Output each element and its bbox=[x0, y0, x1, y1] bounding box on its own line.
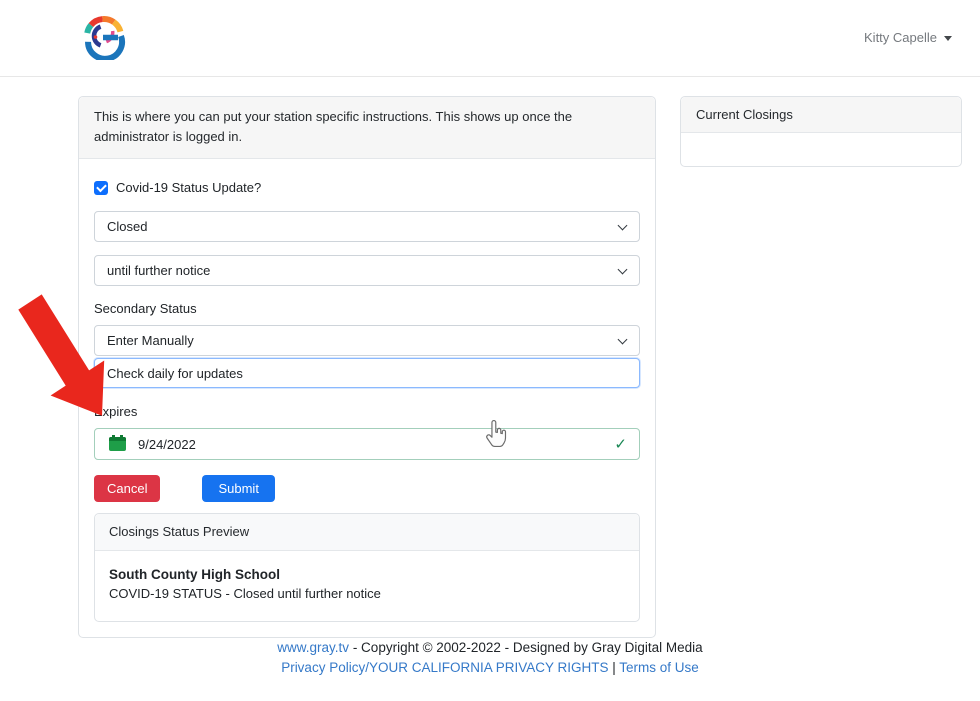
manual-status-input[interactable] bbox=[94, 358, 640, 388]
preview-entry: South County High School COVID-19 STATUS… bbox=[95, 551, 639, 621]
current-closings-title: Current Closings bbox=[681, 97, 961, 133]
duration-select-value: until further notice bbox=[107, 263, 210, 278]
secondary-status-select-value: Enter Manually bbox=[107, 333, 194, 348]
privacy-policy-link[interactable]: Privacy Policy/YOUR CALIFORNIA PRIVACY R… bbox=[281, 660, 608, 675]
gray-tv-logo-icon bbox=[80, 47, 128, 64]
preview-title: Closings Status Preview bbox=[95, 514, 639, 551]
station-instructions: This is where you can put your station s… bbox=[79, 97, 655, 159]
page-footer: www.gray.tv - Copyright © 2002-2022 - De… bbox=[0, 638, 980, 677]
home-logo-link[interactable] bbox=[80, 12, 128, 60]
chevron-down-icon bbox=[618, 221, 628, 231]
secondary-status-label: Secondary Status bbox=[94, 301, 640, 316]
status-select[interactable]: Closed bbox=[94, 211, 640, 242]
expires-label: Expires bbox=[94, 404, 640, 419]
user-name: Kitty Capelle bbox=[864, 30, 937, 45]
chevron-down-icon bbox=[618, 265, 628, 275]
preview-entry-status: COVID-19 STATUS - Closed until further n… bbox=[109, 586, 625, 601]
covid-status-checkbox[interactable] bbox=[94, 181, 108, 195]
status-select-value: Closed bbox=[107, 219, 147, 234]
submit-button[interactable]: Submit bbox=[202, 475, 274, 502]
current-closings-list-empty bbox=[681, 133, 961, 166]
status-form: Covid-19 Status Update? Closed until fur… bbox=[79, 159, 655, 637]
expires-date-input[interactable]: 9/24/2022 ✓ bbox=[94, 428, 640, 460]
covid-status-check-row: Covid-19 Status Update? bbox=[94, 180, 640, 195]
user-menu[interactable]: Kitty Capelle bbox=[864, 30, 952, 45]
top-navbar: Kitty Capelle bbox=[0, 0, 980, 77]
expires-date-value: 9/24/2022 bbox=[138, 437, 196, 452]
page: Kitty Capelle This is where you can put … bbox=[0, 0, 980, 701]
footer-copyright-line: www.gray.tv - Copyright © 2002-2022 - De… bbox=[0, 638, 980, 658]
terms-of-use-link[interactable]: Terms of Use bbox=[619, 660, 699, 675]
duration-select[interactable]: until further notice bbox=[94, 255, 640, 286]
station-status-card: This is where you can put your station s… bbox=[78, 96, 656, 638]
closings-status-preview-card: Closings Status Preview South County Hig… bbox=[94, 513, 640, 622]
chevron-down-icon bbox=[618, 335, 628, 345]
valid-check-icon: ✓ bbox=[614, 435, 627, 453]
secondary-status-select[interactable]: Enter Manually bbox=[94, 325, 640, 356]
current-closings-card: Current Closings bbox=[680, 96, 962, 167]
covid-status-checkbox-label: Covid-19 Status Update? bbox=[116, 180, 261, 195]
form-buttons: Cancel Submit bbox=[94, 475, 640, 502]
gray-tv-link[interactable]: www.gray.tv bbox=[277, 640, 349, 655]
copyright-text: - Copyright © 2002-2022 - Designed by Gr… bbox=[349, 640, 703, 655]
footer-legal-line: Privacy Policy/YOUR CALIFORNIA PRIVACY R… bbox=[0, 658, 980, 678]
preview-entry-name: South County High School bbox=[109, 567, 625, 582]
calendar-icon[interactable] bbox=[109, 437, 126, 451]
caret-down-icon bbox=[944, 36, 952, 41]
legal-separator: | bbox=[609, 660, 620, 675]
cancel-button[interactable]: Cancel bbox=[94, 475, 160, 502]
